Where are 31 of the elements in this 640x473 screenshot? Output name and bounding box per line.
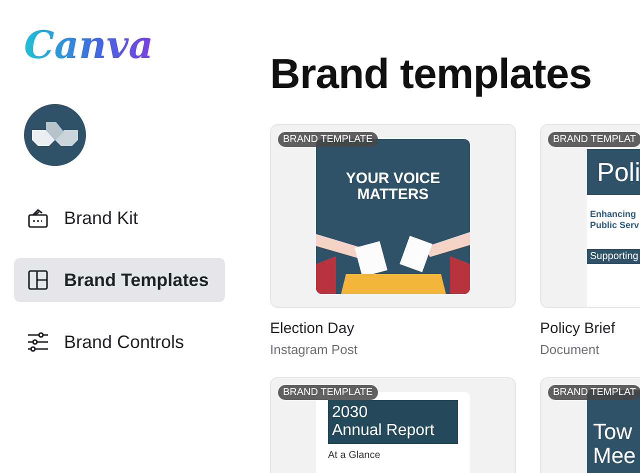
document-subtitle: Public Serv (589, 220, 640, 231)
template-type: Document (540, 342, 600, 357)
template-thumbnail[interactable]: BRAND TEMPLAT Poli Enhancing Public Serv Supporting (540, 124, 640, 308)
template-label: BRAND TEMPLAT (548, 132, 640, 147)
page-title: Brand templates (270, 50, 593, 98)
template-label: BRAND TEMPLATE (278, 132, 378, 147)
sidebar-item[interactable]: Brand Controls (14, 320, 225, 364)
report-title: Annual Report (332, 422, 436, 440)
report-section-title: At a Glance (328, 450, 382, 461)
template-thumbnail[interactable]: BRAND TEMPLAT Tow Mee (540, 377, 640, 473)
report-title: 2030 (332, 404, 369, 422)
template-name[interactable]: Election Day (270, 320, 516, 337)
template-thumbnail[interactable]: BRAND TEMPLATE YOUR VOICE MATTERS (270, 124, 516, 308)
template-name[interactable]: Policy Brief (540, 320, 640, 337)
flyer-title: Mee (593, 444, 637, 468)
template-label: BRAND TEMPLATE (278, 385, 378, 400)
briefcase-icon (26, 206, 50, 230)
template-thumbnail[interactable]: BRAND TEMPLATE 2030 Annual Report At a Glance (270, 377, 516, 473)
sidebar-item[interactable]: Brand Kit (14, 196, 225, 240)
sidebar-item[interactable]: Brand Templates (14, 258, 225, 302)
document-heading: Poli (587, 149, 640, 195)
poster-headline: MATTERS (357, 187, 429, 203)
brand-avatar (24, 104, 86, 166)
template-type: Instagram Post (270, 342, 358, 357)
flyer-title: Tow (593, 420, 634, 444)
document-subtitle: Enhancing (589, 209, 638, 220)
template-label: BRAND TEMPLAT (548, 385, 640, 400)
document-section-heading: Supporting (587, 249, 640, 264)
poster-headline: YOUR VOICE (346, 171, 440, 187)
layout-icon (26, 268, 50, 292)
sliders-icon (26, 330, 50, 354)
